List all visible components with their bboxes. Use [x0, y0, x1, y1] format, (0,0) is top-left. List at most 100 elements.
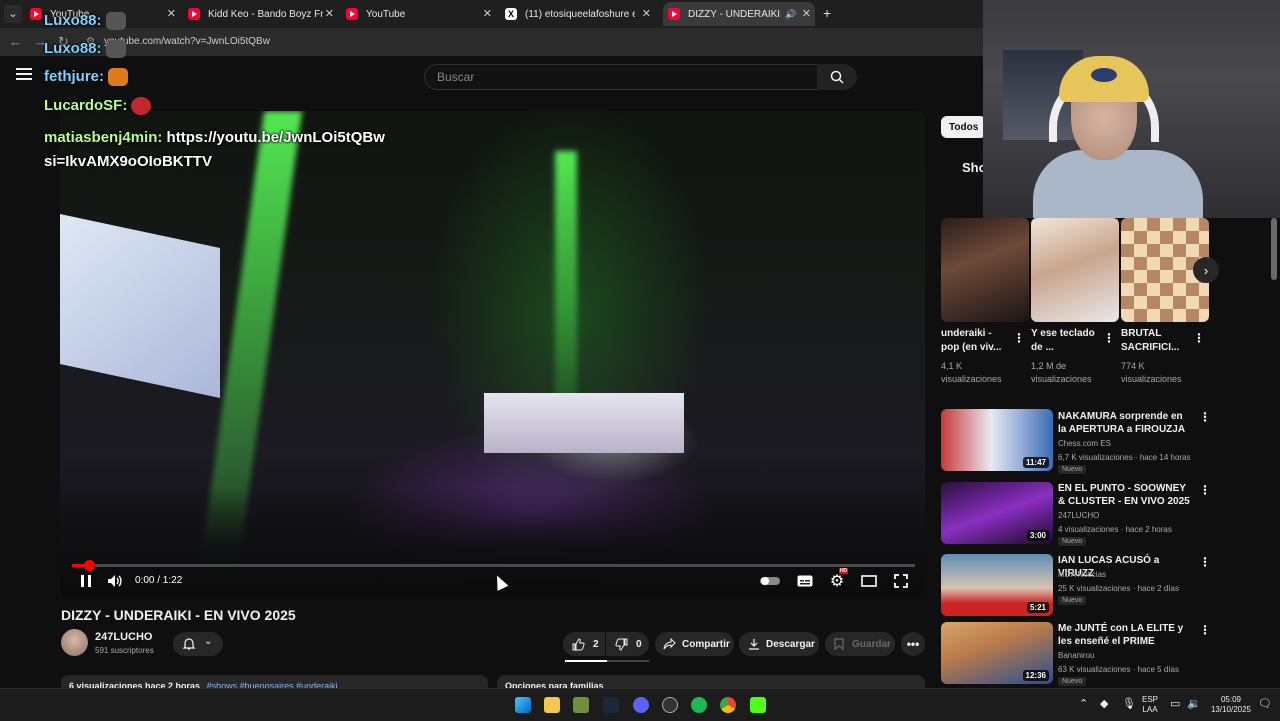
settings-icon: ⚙ HD — [829, 568, 849, 590]
windows-start-icon[interactable] — [515, 697, 531, 713]
stage-side-screen — [60, 213, 220, 399]
tab-search-icon[interactable]: ⌄ — [4, 5, 22, 23]
video-channel[interactable]: MDA Noticias — [1058, 570, 1106, 579]
short-views: 774 K visualizaciones — [1121, 361, 1182, 384]
volume-tray-icon[interactable]: 🔉 — [1187, 697, 1201, 710]
more-icon[interactable]: ⋮ — [1199, 483, 1211, 497]
emote-icon — [131, 97, 152, 116]
chat-text: https://youtu.be/JwnLOi5tQBw — [166, 129, 385, 146]
close-icon[interactable]: ✕ — [167, 7, 176, 20]
chat-username: Luxo88: — [44, 12, 102, 29]
video-thumbnail[interactable]: 3:00 — [941, 482, 1053, 544]
theater-mode-button[interactable] — [860, 573, 878, 589]
tab-youtube-2[interactable]: YouTube ✕ — [346, 2, 496, 26]
share-button[interactable]: Compartir — [655, 632, 734, 656]
download-icon — [749, 639, 759, 650]
video-channel[interactable]: Bananirou — [1058, 651, 1094, 660]
video-channel[interactable]: 247LUCHO — [1058, 511, 1099, 520]
settings-button[interactable]: ⚙ HD — [828, 568, 849, 590]
more-icon[interactable]: ⋮ — [1199, 623, 1211, 637]
search-button[interactable] — [817, 64, 857, 90]
video-title[interactable]: NAKAMURA sorprende en la APERTURA a FIRO… — [1058, 410, 1193, 436]
chevron-down-icon: ⌄ — [204, 636, 213, 647]
video-thumbnail[interactable]: 5:21 — [941, 554, 1053, 616]
video-duration: 12:36 — [1022, 670, 1049, 681]
emote-icon — [105, 12, 126, 31]
more-icon[interactable]: ⋮ — [1193, 331, 1205, 345]
more-icon[interactable]: ⋮ — [1199, 410, 1211, 424]
more-actions-button[interactable]: ••• — [901, 632, 925, 656]
new-badge: Nuevo — [1058, 596, 1087, 605]
video-title[interactable]: EN EL PUNTO - SOOWNEY & CLUSTER - EN VIV… — [1058, 482, 1193, 508]
video-title[interactable]: Me JUNTÉ con LA ELITE y les enseñé el PR… — [1058, 622, 1193, 648]
like-count: 2 — [593, 638, 599, 650]
clock[interactable]: 05:09 13/10/2025 — [1207, 695, 1255, 715]
video-thumbnail[interactable]: 12:36 — [941, 622, 1053, 684]
short-title[interactable]: underaiki - pop (en viv... — [941, 327, 1011, 355]
channel-avatar[interactable] — [61, 629, 88, 656]
close-icon[interactable]: ✕ — [325, 7, 334, 20]
close-icon[interactable]: ✕ — [642, 7, 651, 20]
chip-all[interactable]: Todos — [941, 116, 987, 138]
video-channel[interactable]: Chess.com ES — [1058, 439, 1111, 448]
kick-icon[interactable] — [750, 697, 766, 713]
steam-icon[interactable] — [603, 697, 619, 713]
video-meta: 4 visualizaciones · hace 2 horas — [1058, 525, 1172, 534]
save-button[interactable]: Guardar — [825, 632, 895, 656]
more-icon[interactable]: ⋮ — [1013, 331, 1025, 345]
like-ratio-bar-rest — [607, 660, 649, 662]
minecraft-icon[interactable] — [573, 697, 589, 713]
video-title: DIZZY - UNDERAIKI - EN VIVO 2025 — [61, 607, 296, 623]
notifications-button[interactable]: ⌄ — [173, 632, 223, 656]
like-button[interactable]: 2 — [563, 632, 605, 656]
new-tab-button[interactable]: + — [823, 5, 831, 21]
webcam-person-body — [1033, 150, 1203, 218]
more-icon[interactable]: ⋮ — [1103, 331, 1115, 345]
fullscreen-button[interactable] — [892, 573, 910, 589]
language-indicator[interactable]: ESP LAA — [1142, 695, 1158, 715]
microphone-icon[interactable]: 🎙 — [1122, 697, 1136, 710]
chrome-icon[interactable] — [720, 697, 736, 713]
language-code: ESP — [1142, 695, 1159, 704]
subtitles-button[interactable] — [796, 573, 814, 589]
channel-name[interactable]: 247LUCHO — [95, 631, 152, 643]
address-bar[interactable]: youtube.com/watch?v=JwnLOi5tQBw — [104, 36, 270, 47]
webcam-overlay — [983, 0, 1280, 218]
autoplay-toggle[interactable] — [758, 573, 782, 589]
audio-playing-icon[interactable]: 🔊 — [785, 9, 796, 20]
network-icon[interactable]: ▭ — [1170, 697, 1180, 710]
short-thumbnail[interactable] — [1031, 218, 1119, 322]
progress-scrubber[interactable] — [83, 560, 95, 571]
close-icon[interactable]: ✕ — [802, 7, 811, 20]
close-icon[interactable]: ✕ — [483, 7, 492, 20]
tab-kidd-keo[interactable]: Kidd Keo - Bando Boyz Free 5 (l ✕ — [188, 2, 338, 26]
share-label: Compartir — [682, 638, 730, 650]
video-player[interactable]: 0:00 / 1:22 ⚙ HD — [60, 111, 925, 597]
tab-active-dizzy[interactable]: DIZZY - UNDERAIKI - EN VI 🔊 ✕ — [663, 2, 815, 26]
short-thumbnail[interactable] — [941, 218, 1029, 322]
hamburger-menu-icon[interactable] — [16, 68, 32, 83]
volume-button[interactable] — [106, 573, 124, 589]
download-button[interactable]: Descargar — [739, 632, 819, 656]
video-thumbnail[interactable]: 11:47 — [941, 409, 1053, 471]
discord-icon[interactable] — [633, 697, 649, 713]
spotify-icon[interactable] — [691, 697, 707, 713]
youtube-favicon-icon — [30, 8, 42, 20]
file-explorer-icon[interactable] — [544, 697, 560, 713]
page-scrollbar[interactable] — [1271, 218, 1277, 280]
pause-button[interactable] — [78, 573, 94, 589]
tab-title: (11) etosiqueelafoshure en X: " — [525, 8, 635, 20]
obs-icon[interactable] — [662, 697, 678, 713]
progress-bar[interactable] — [72, 560, 915, 571]
short-title[interactable]: BRUTAL SACRIFICI... — [1121, 327, 1191, 355]
security-icon[interactable]: ◆ — [1100, 697, 1108, 710]
short-title[interactable]: Y ese teclado de ... — [1031, 327, 1101, 355]
notifications-icon[interactable]: 🗨 — [1258, 697, 1272, 710]
more-icon[interactable]: ⋮ — [1199, 555, 1211, 569]
dislike-button[interactable]: 0 — [606, 632, 649, 656]
tab-x[interactable]: X (11) etosiqueelafoshure en X: " ✕ — [505, 2, 655, 26]
search-input[interactable] — [435, 69, 799, 85]
shorts-next-button[interactable]: › — [1193, 257, 1219, 283]
back-icon[interactable]: ← — [9, 34, 22, 49]
tray-expand-icon[interactable]: ⌃ — [1079, 697, 1088, 710]
